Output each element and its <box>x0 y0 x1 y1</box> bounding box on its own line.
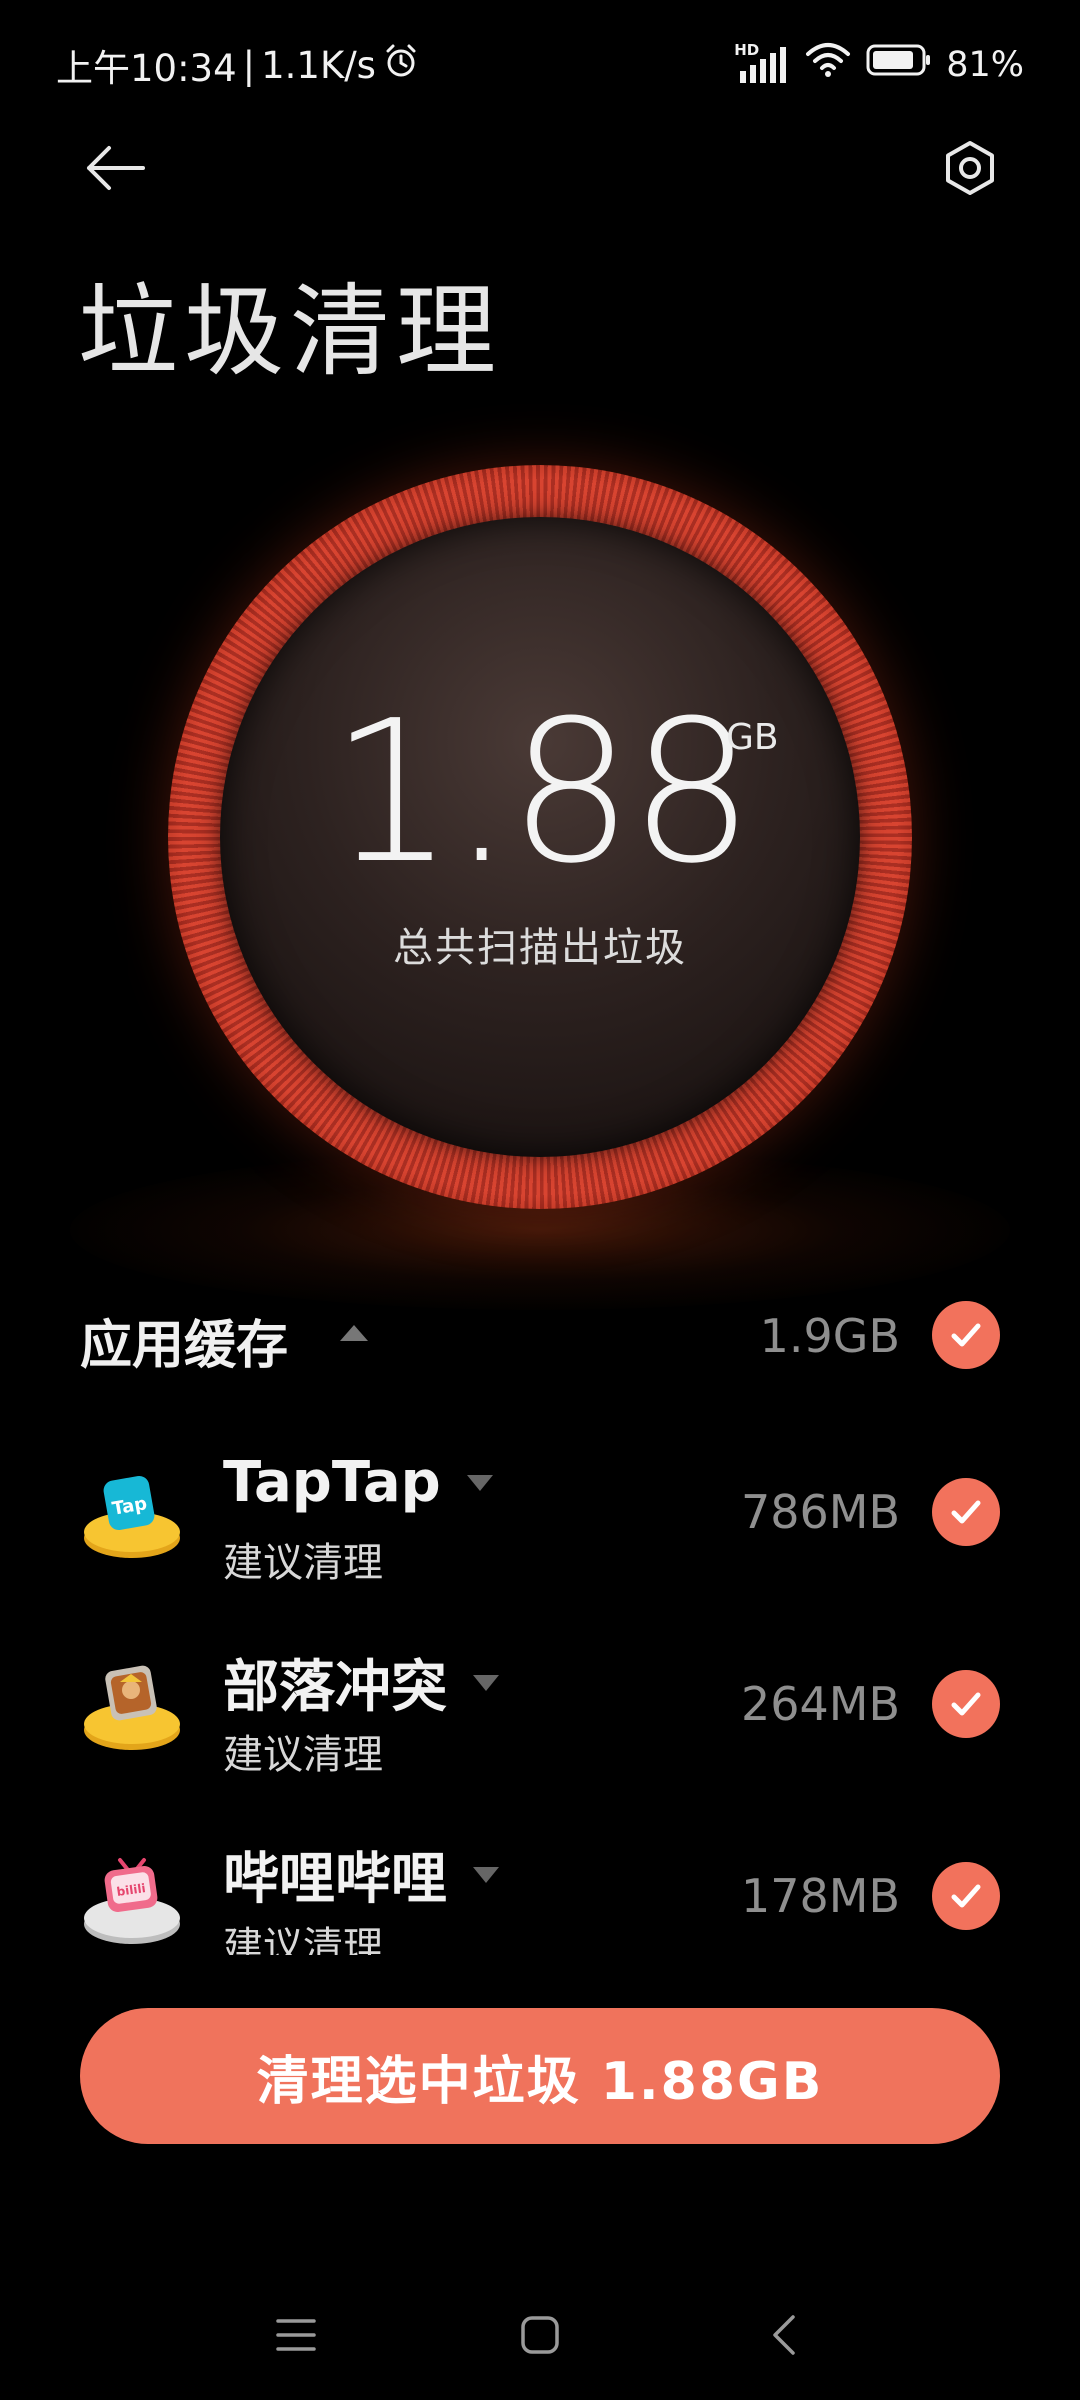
app-size: 178MB <box>740 1869 900 1923</box>
app-size: 786MB <box>740 1485 900 1539</box>
check-icon <box>951 1884 981 1908</box>
app-name: 部落冲突 <box>223 1655 447 1720</box>
app-checkbox[interactable] <box>932 1862 1000 1930</box>
check-icon <box>951 1323 981 1347</box>
settings-hexagon-icon <box>941 139 999 201</box>
app-name: 哔哩哔哩 <box>223 1847 447 1912</box>
list-item-bilibili[interactable]: bilili 哔哩哔哩 建议清理 178MB <box>80 1824 1000 1970</box>
nav-menu-button[interactable] <box>256 2290 336 2380</box>
check-icon <box>951 1692 981 1716</box>
app-name-row: TapTap <box>223 1450 495 1515</box>
caret-down-icon[interactable] <box>471 1865 501 1885</box>
taptap-app-icon: Tap <box>80 1460 184 1564</box>
battery-icon <box>866 43 932 86</box>
junk-total-unit: GB <box>726 717 779 758</box>
section-size: 1.9GB <box>759 1309 900 1363</box>
status-separator: | <box>242 43 256 87</box>
app-name-row: 哔哩哔哩 <box>223 1834 501 1915</box>
junk-total-value: 1.88 <box>329 679 754 907</box>
app-suggestion: 建议清理 <box>223 1732 383 1778</box>
check-icon <box>951 1500 981 1524</box>
app-suggestion: 建议清理 <box>223 1540 383 1586</box>
app-name-row: 部落冲突 <box>223 1642 501 1723</box>
list-item-taptap[interactable]: Tap TapTap 建议清理 786MB <box>80 1440 1000 1586</box>
list-item-clash-of-clans[interactable]: 部落冲突 建议清理 264MB <box>80 1632 1000 1778</box>
alarm-clock-icon <box>382 42 420 89</box>
home-square-icon <box>521 2316 559 2354</box>
status-left: 上午10:34 | 1.1K/s <box>56 38 420 92</box>
caret-down-icon[interactable] <box>471 1673 501 1693</box>
system-nav-bar <box>0 2290 1080 2380</box>
nav-home-button[interactable] <box>500 2290 580 2380</box>
back-arrow-icon <box>83 144 147 196</box>
app-checkbox[interactable] <box>932 1670 1000 1738</box>
caret-down-icon[interactable] <box>465 1473 495 1493</box>
back-chevron-icon <box>773 2315 795 2355</box>
status-time: 上午10:34 <box>56 47 237 90</box>
signal-icon: HD <box>734 41 790 85</box>
clean-selected-button[interactable]: 清理选中垃圾 1.88GB <box>80 2008 1000 2144</box>
nav-back-button[interactable] <box>744 2290 824 2380</box>
menu-lines-icon <box>276 2319 316 2351</box>
page-title: 垃圾清理 <box>78 273 502 390</box>
status-net-speed: 1.1K/s <box>261 43 376 87</box>
section-title: 应用缓存 <box>80 1316 289 1376</box>
status-right: HD 81% <box>734 40 1024 89</box>
app-size: 264MB <box>740 1677 900 1731</box>
clash-of-clans-app-icon <box>80 1652 184 1756</box>
app-name: TapTap <box>223 1450 441 1515</box>
wifi-icon <box>804 40 852 89</box>
section-checkbox[interactable] <box>932 1301 1000 1369</box>
battery-percent: 81% <box>946 44 1024 85</box>
app-cache-section-header[interactable]: 应用缓存 1.9GB <box>80 1295 1000 1376</box>
status-bar: 上午10:34 | 1.1K/s HD 81% <box>0 0 1080 130</box>
bilibili-app-icon: bilili <box>80 1844 184 1948</box>
caret-up-icon[interactable] <box>338 1321 370 1347</box>
junk-summary-orb: 1.88 GB 总共扫描出垃圾 <box>168 465 912 1209</box>
app-checkbox[interactable] <box>932 1478 1000 1546</box>
settings-button[interactable] <box>930 130 1010 210</box>
back-button[interactable] <box>70 130 160 210</box>
junk-total-caption: 总共扫描出垃圾 <box>393 925 687 971</box>
list-scroll-mask <box>0 1955 1080 2000</box>
